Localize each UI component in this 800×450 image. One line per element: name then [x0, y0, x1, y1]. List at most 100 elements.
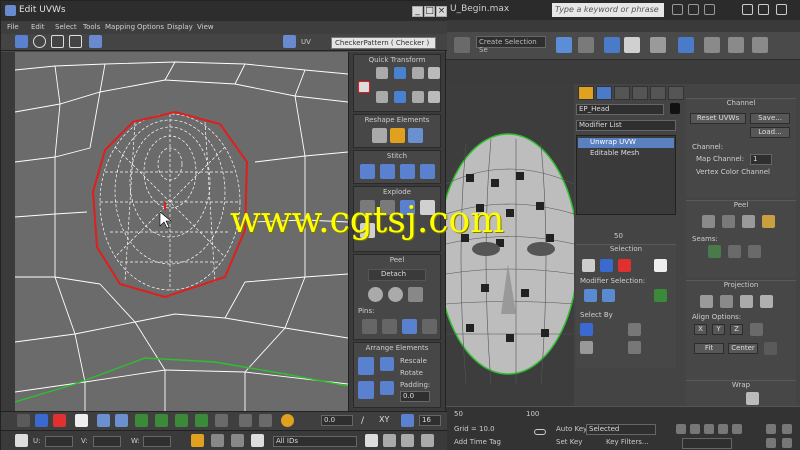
select-by-element-icon[interactable]	[628, 323, 641, 336]
loop-uv-icon[interactable]	[175, 414, 188, 427]
vertex-color-channel-radio[interactable]: Vertex Color Channel	[696, 168, 770, 176]
maximize-viewport-icon[interactable]	[782, 438, 792, 448]
render-icon[interactable]	[728, 37, 744, 53]
orbit-icon[interactable]	[766, 438, 776, 448]
modifier-list-dropdown[interactable]: Modifier List	[576, 120, 676, 131]
falloff-icon[interactable]	[281, 414, 294, 427]
quick-peel-icon[interactable]	[702, 215, 715, 228]
perspective-viewport[interactable]	[446, 84, 574, 406]
point-to-point-seam-icon[interactable]	[728, 245, 741, 258]
graph-editor-icon[interactable]	[624, 37, 640, 53]
center-button[interactable]: Center	[728, 343, 758, 354]
align-edge-icon[interactable]	[394, 91, 406, 103]
play-icon[interactable]	[704, 424, 714, 434]
goto-start-icon[interactable]	[676, 424, 686, 434]
relax-settings-icon[interactable]	[408, 128, 423, 143]
load-button[interactable]: Load...	[750, 127, 790, 138]
relax-icon[interactable]	[390, 128, 405, 143]
pack-custom-settings-icon[interactable]	[380, 381, 394, 395]
stitch-average-icon[interactable]	[380, 164, 395, 179]
quick-peel-map-icon[interactable]	[368, 287, 383, 302]
material-editor-icon[interactable]	[650, 37, 666, 53]
create-tab-icon[interactable]	[578, 86, 594, 100]
align-y-button[interactable]: Y	[712, 324, 725, 335]
key-selection-dropdown[interactable]: Selected	[586, 424, 656, 435]
map-channel-radio[interactable]: Map Channel:	[696, 155, 744, 163]
mirror-uv-icon[interactable]	[89, 35, 102, 48]
prev-frame-icon[interactable]	[690, 424, 700, 434]
quick-transform-header[interactable]: Quick Transform	[354, 56, 440, 64]
detach-checkbox[interactable]: Detach	[368, 269, 426, 281]
stitch-to-source-icon[interactable]	[400, 164, 415, 179]
show-map-icon[interactable]	[283, 35, 296, 48]
mirror-icon[interactable]	[556, 37, 572, 53]
space-horizontal-icon[interactable]	[412, 91, 424, 103]
stack-item-editable-mesh[interactable]: Editable Mesh	[578, 149, 674, 159]
selection-set-dropdown[interactable]: Create Selection Se	[476, 36, 546, 54]
select-element-mode-icon[interactable]	[75, 414, 88, 427]
select-poly-mode-icon[interactable]	[53, 414, 66, 427]
reset-projection-icon[interactable]	[764, 342, 777, 355]
padding-spinner[interactable]: 0.0	[400, 391, 430, 402]
stitch-header[interactable]: Stitch	[354, 152, 440, 160]
pan-hand-icon[interactable]	[365, 434, 378, 447]
utilities-tab-icon[interactable]	[668, 86, 684, 100]
channel-header[interactable]: Channel	[686, 99, 796, 110]
layer-icon[interactable]	[604, 37, 620, 53]
peel-section-header[interactable]: Peel	[354, 256, 440, 264]
reset-peel-icon[interactable]	[742, 215, 755, 228]
straighten-icon[interactable]	[376, 91, 388, 103]
menu-view[interactable]: View	[197, 23, 214, 31]
pan-icon[interactable]	[782, 424, 792, 434]
material-id-dropdown[interactable]: All IDs	[273, 436, 357, 447]
loop-selection-icon[interactable]	[654, 289, 667, 302]
hierarchy-tab-icon[interactable]	[614, 86, 630, 100]
rotate-icon[interactable]	[33, 35, 46, 48]
menu-display[interactable]: Display	[167, 23, 193, 31]
selection-header[interactable]: Selection	[576, 245, 676, 256]
projection-header[interactable]: Projection	[686, 281, 796, 292]
unpin-selected-icon[interactable]	[402, 319, 417, 334]
uvw-close-icon[interactable]: ×	[436, 6, 447, 17]
checker-pattern-dropdown[interactable]: CheckerPattern ( Checker )	[331, 37, 436, 49]
grow-selection-icon[interactable]	[584, 289, 597, 302]
zoom-extents-icon[interactable]	[401, 414, 414, 427]
ring-icon[interactable]	[155, 414, 168, 427]
zoom-icon[interactable]	[766, 424, 776, 434]
pack-custom-icon[interactable]	[358, 357, 374, 375]
box-map-icon[interactable]	[760, 295, 773, 308]
shrink-selection-icon[interactable]	[602, 289, 615, 302]
map-channel-spinner[interactable]: 1	[750, 154, 772, 165]
uv-label[interactable]: UV	[301, 38, 311, 46]
reshape-elements-header[interactable]: Reshape Elements	[354, 116, 440, 124]
hide-icon[interactable]	[211, 434, 224, 447]
align-icon[interactable]	[578, 37, 594, 53]
wrap-header[interactable]: Wrap	[686, 381, 796, 392]
edit-pins-icon[interactable]	[362, 319, 377, 334]
paint-select-icon[interactable]	[239, 414, 252, 427]
grow-icon[interactable]	[97, 414, 110, 427]
menu-mapping[interactable]: Mapping	[105, 23, 135, 31]
ignore-backfacing-icon[interactable]	[580, 323, 593, 336]
rescale-checkbox[interactable]: Rescale	[400, 357, 427, 365]
zoom-glass-icon[interactable]	[383, 434, 396, 447]
minimize-icon[interactable]	[742, 4, 753, 15]
object-color-swatch[interactable]	[670, 103, 680, 114]
reset-peel-map-icon[interactable]	[408, 287, 423, 302]
maximize-icon[interactable]	[758, 4, 769, 15]
peel-header[interactable]: Peel	[686, 201, 796, 212]
edge-distance-icon[interactable]: /	[361, 416, 364, 426]
w-coordinate-field[interactable]	[143, 436, 171, 447]
auto-pin-icon[interactable]	[422, 319, 437, 334]
pack-together-icon[interactable]	[358, 381, 374, 399]
best-align-icon[interactable]	[750, 323, 763, 336]
key-filters-button[interactable]: Key Filters...	[606, 438, 649, 446]
arrange-elements-header[interactable]: Arrange Elements	[354, 344, 440, 352]
zoom-region-icon[interactable]	[401, 434, 414, 447]
align-horizontal-icon[interactable]	[394, 67, 406, 79]
menu-file[interactable]: File	[7, 23, 19, 31]
pin-selected-icon[interactable]	[382, 319, 397, 334]
snap-icon[interactable]	[421, 434, 434, 447]
uvw-maximize-icon[interactable]: □	[424, 6, 435, 17]
keyword-search-input[interactable]: Type a keyword or phrase	[552, 3, 664, 17]
